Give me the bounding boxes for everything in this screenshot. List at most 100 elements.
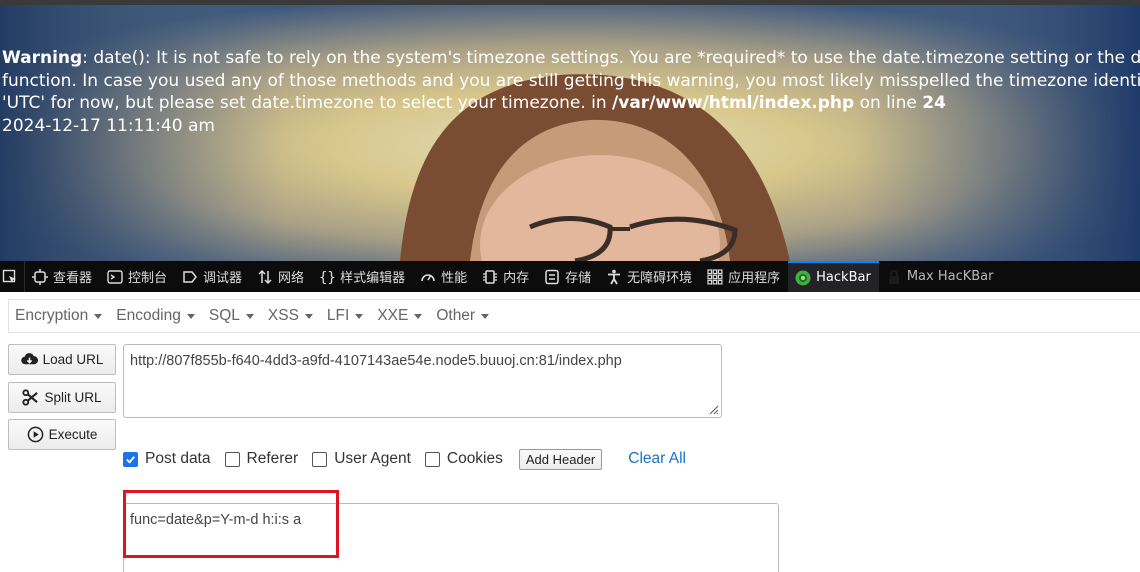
tab-inspector[interactable]: 查看器 <box>25 261 100 292</box>
clear-all-link[interactable]: Clear All <box>628 450 686 468</box>
lock-icon <box>888 269 899 284</box>
warning-label: Warning <box>2 48 83 68</box>
tab-style-editor[interactable]: {} 样式编辑器 <box>312 261 413 292</box>
warning-file-path: /var/www/html/index.php <box>612 93 855 113</box>
application-icon <box>707 268 723 284</box>
warning-text-line3: 'UTC' for now, but please set date.timez… <box>2 93 613 113</box>
tab-label: 应用程序 <box>728 271 781 286</box>
warning-line-number: 24 <box>922 93 946 113</box>
tab-label: 控制台 <box>128 271 168 286</box>
resize-grip-icon[interactable] <box>707 403 719 415</box>
tab-console[interactable]: 控制台 <box>100 261 175 292</box>
tab-debugger[interactable]: 调试器 <box>175 261 250 292</box>
request-options: Post data Referer User Agent Cookies Add… <box>123 447 686 471</box>
menu-label: Encryption <box>15 307 89 324</box>
menu-label: Other <box>436 307 476 324</box>
menu-encoding[interactable]: Encoding <box>110 307 201 325</box>
add-header-button[interactable]: Add Header <box>518 448 603 470</box>
inspector-icon <box>32 268 48 285</box>
caret-down-icon <box>245 313 254 319</box>
tab-label: 存储 <box>565 271 592 286</box>
date-output: 2024-12-17 11:11:40 am <box>2 115 215 136</box>
checkbox-icon[interactable] <box>224 451 240 467</box>
option-label: Cookies <box>446 450 503 467</box>
tab-label: 性能 <box>441 271 468 286</box>
menu-label: SQL <box>208 307 240 324</box>
play-circle-icon <box>27 426 43 443</box>
tab-memory[interactable]: 内存 <box>475 261 537 292</box>
load-url-label: Load URL <box>42 352 104 367</box>
tab-label: 网络 <box>278 271 305 286</box>
style-editor-icon: {} <box>319 270 335 285</box>
tab-label: 样式编辑器 <box>340 271 406 286</box>
caret-down-icon <box>94 313 103 319</box>
debugger-icon <box>183 270 197 283</box>
tab-accessibility[interactable]: 无障碍环境 <box>599 261 700 292</box>
caret-down-icon <box>186 313 195 319</box>
menu-xss[interactable]: XSS <box>262 307 319 325</box>
checkbox-icon[interactable] <box>312 451 328 467</box>
url-textarea[interactable]: http://807f855b-f640-4dd3-a9fd-4107143ae… <box>123 344 722 418</box>
menu-encryption[interactable]: Encryption <box>9 307 108 325</box>
tab-label: 无障碍环境 <box>627 271 693 286</box>
caret-down-icon <box>481 313 490 319</box>
tab-max-hackbar[interactable]: Max HacKBar <box>879 261 1002 292</box>
option-label: Referer <box>246 450 299 467</box>
page-viewport: Warning: date(): It is not safe to rely … <box>0 0 1140 261</box>
load-url-button[interactable]: Load URL <box>8 344 116 375</box>
checkbox-checked-icon[interactable] <box>123 451 138 467</box>
option-cookies[interactable]: Cookies <box>424 450 503 468</box>
performance-icon <box>421 273 435 281</box>
menu-label: LFI <box>326 307 350 324</box>
tab-network[interactable]: 网络 <box>250 261 312 292</box>
warning-on-line: on line <box>854 93 923 113</box>
url-value: http://807f855b-f640-4dd3-a9fd-4107143ae… <box>130 353 622 369</box>
element-picker-button[interactable] <box>0 261 25 292</box>
storage-icon <box>545 269 559 284</box>
menu-sql[interactable]: SQL <box>203 307 260 325</box>
hackbar-menubar: Encryption Encoding SQL XSS LFI XXE Othe… <box>8 299 1140 333</box>
tab-application[interactable]: 应用程序 <box>700 261 788 292</box>
menu-xxe[interactable]: XXE <box>371 307 428 325</box>
warning-text-line2: function. In case you used any of those … <box>2 70 1140 91</box>
menu-label: XXE <box>377 307 409 324</box>
post-data-value: func=date&p=Y-m-d h:i:s a <box>130 512 302 528</box>
tab-hackbar[interactable]: HackBar <box>788 261 879 292</box>
menu-lfi[interactable]: LFI <box>321 307 369 325</box>
option-post-data[interactable]: Post data <box>123 450 211 468</box>
memory-icon <box>483 269 498 284</box>
svg-text:{}: {} <box>319 270 335 285</box>
checkbox-icon[interactable] <box>424 451 440 467</box>
hackbar-panel: Encryption Encoding SQL XSS LFI XXE Othe… <box>0 292 1140 572</box>
tab-storage[interactable]: 存储 <box>537 261 599 292</box>
option-referer[interactable]: Referer <box>224 450 299 468</box>
execute-button[interactable]: Execute <box>8 419 116 450</box>
caret-down-icon <box>304 313 313 319</box>
tab-label: 查看器 <box>53 271 93 286</box>
menu-label: XSS <box>267 307 299 324</box>
tab-label: 内存 <box>503 271 530 286</box>
option-user-agent[interactable]: User Agent <box>312 450 411 468</box>
split-url-label: Split URL <box>44 390 102 405</box>
console-icon <box>107 269 123 284</box>
cloud-download-icon <box>20 353 38 365</box>
tab-label: 调试器 <box>203 271 243 286</box>
tab-performance[interactable]: 性能 <box>413 261 475 292</box>
caret-down-icon <box>414 313 423 319</box>
tab-label: HackBar <box>816 270 871 285</box>
caret-down-icon <box>355 313 364 319</box>
split-url-button[interactable]: Split URL <box>8 382 116 413</box>
scissors-icon <box>22 389 39 406</box>
menu-other[interactable]: Other <box>430 307 495 325</box>
accessibility-icon <box>608 269 621 284</box>
php-warning-output: Warning: date(): It is not safe to rely … <box>2 47 1140 137</box>
devtools-toolbar: 查看器 控制台 调试器 网络 {} 样式编辑器 性能 内存 存储 无障碍环境 应… <box>0 261 1140 292</box>
post-data-textarea[interactable]: func=date&p=Y-m-d h:i:s a <box>123 503 779 572</box>
option-label: Post data <box>145 450 211 467</box>
network-icon <box>258 269 272 284</box>
warning-text-line1: : date(): It is not safe to rely on the … <box>82 48 1140 68</box>
option-label: User Agent <box>334 450 411 467</box>
execute-label: Execute <box>48 427 98 442</box>
element-picker-icon <box>2 269 16 283</box>
menu-label: Encoding <box>116 307 181 324</box>
